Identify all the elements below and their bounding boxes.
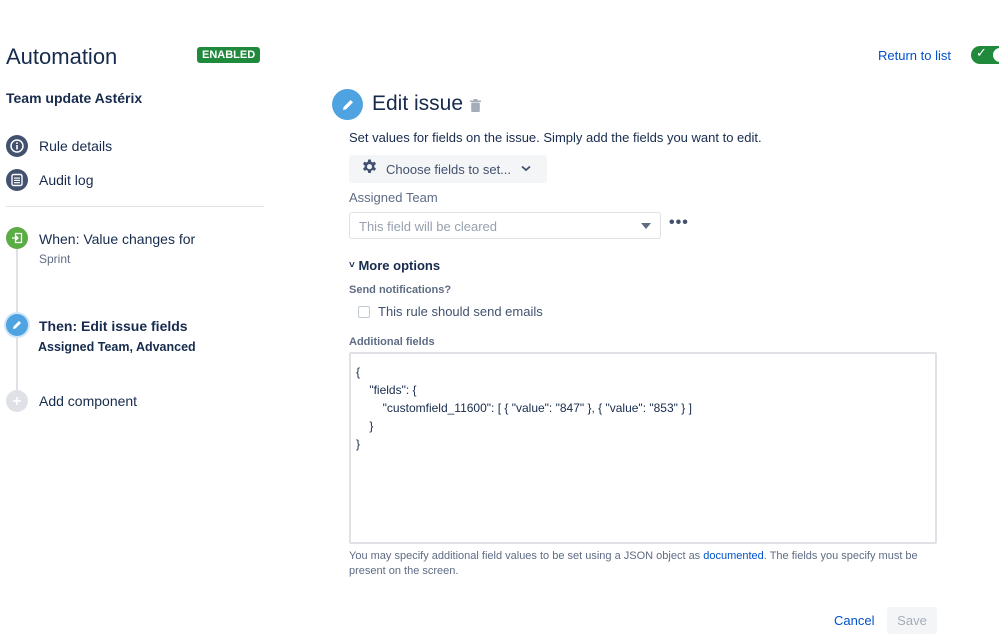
sidebar-item-label: Rule details <box>39 138 113 154</box>
code-line: "fields": { <box>356 383 417 397</box>
chevron-down-icon <box>521 163 531 175</box>
help-text: You may specify additional field values … <box>349 550 704 562</box>
more-options-label: More options <box>358 258 441 273</box>
save-button[interactable]: Save <box>887 607 937 634</box>
caret-down-icon <box>641 223 651 229</box>
assigned-team-select[interactable]: This field will be cleared <box>349 212 661 239</box>
additional-fields-textarea[interactable]: { "fields": { "customfield_11600": [ { "… <box>349 352 937 544</box>
trigger-icon[interactable] <box>6 227 28 249</box>
assigned-team-label: Assigned Team <box>349 190 438 205</box>
pencil-icon[interactable] <box>6 314 28 336</box>
assigned-team-placeholder: This field will be cleared <box>359 219 498 234</box>
toggle-knob <box>993 48 999 62</box>
choose-fields-label: Choose fields to set... <box>386 161 512 177</box>
rule-enabled-toggle[interactable]: ✓ <box>971 45 999 64</box>
timeline-connector <box>16 336 18 390</box>
send-emails-checkbox[interactable] <box>358 305 370 318</box>
return-to-list-link[interactable]: Return to list <box>878 48 951 63</box>
trash-icon[interactable] <box>470 99 481 117</box>
code-line: { <box>356 365 361 379</box>
send-notifications-label: Send notifications? <box>349 284 452 296</box>
rule-name: Team update Astérix <box>6 90 143 106</box>
editor-description: Set values for fields on the issue. Simp… <box>349 130 762 145</box>
chevron-down-icon: ˅ <box>349 260 355 271</box>
timeline-connector <box>16 248 18 316</box>
editor-title: Edit issue <box>372 92 464 115</box>
sidebar-item-audit-log[interactable]: Audit log <box>6 169 93 191</box>
sidebar-item-label: Audit log <box>39 172 94 188</box>
cancel-button[interactable]: Cancel <box>825 607 883 634</box>
additional-fields-help: You may specify additional field values … <box>349 549 919 579</box>
info-icon <box>6 135 28 157</box>
code-line: } <box>356 419 374 433</box>
step-action-subtitle: Assigned Team, Advanced <box>38 340 196 354</box>
step-action-title[interactable]: Then: Edit issue fields <box>39 318 188 334</box>
add-component-link[interactable]: Add component <box>39 393 137 409</box>
code-line: } <box>356 437 361 451</box>
send-emails-option[interactable]: This rule should send emails <box>358 304 543 319</box>
additional-fields-label: Additional fields <box>349 336 435 348</box>
check-icon: ✓ <box>976 45 987 60</box>
list-icon <box>6 169 28 191</box>
choose-fields-button[interactable]: Choose fields to set... <box>349 155 547 183</box>
sidebar-item-rule-details[interactable]: Rule details <box>6 135 112 157</box>
code-line: "customfield_11600": [ { "value": "847" … <box>356 401 692 415</box>
step-trigger-title[interactable]: When: Value changes for <box>39 231 195 247</box>
status-badge: ENABLED <box>197 47 261 63</box>
gear-icon <box>361 159 378 179</box>
sidebar-divider <box>6 206 264 207</box>
page-title: Automation <box>6 44 118 69</box>
send-emails-label: This rule should send emails <box>378 304 543 319</box>
edit-pencil-icon <box>332 89 363 120</box>
more-actions-icon[interactable]: ••• <box>669 214 689 232</box>
more-options-toggle[interactable]: ˅ More options <box>349 258 440 273</box>
documented-link[interactable]: documented <box>703 550 764 562</box>
step-trigger-subtitle: Sprint <box>39 252 71 266</box>
plus-icon[interactable] <box>6 390 28 412</box>
